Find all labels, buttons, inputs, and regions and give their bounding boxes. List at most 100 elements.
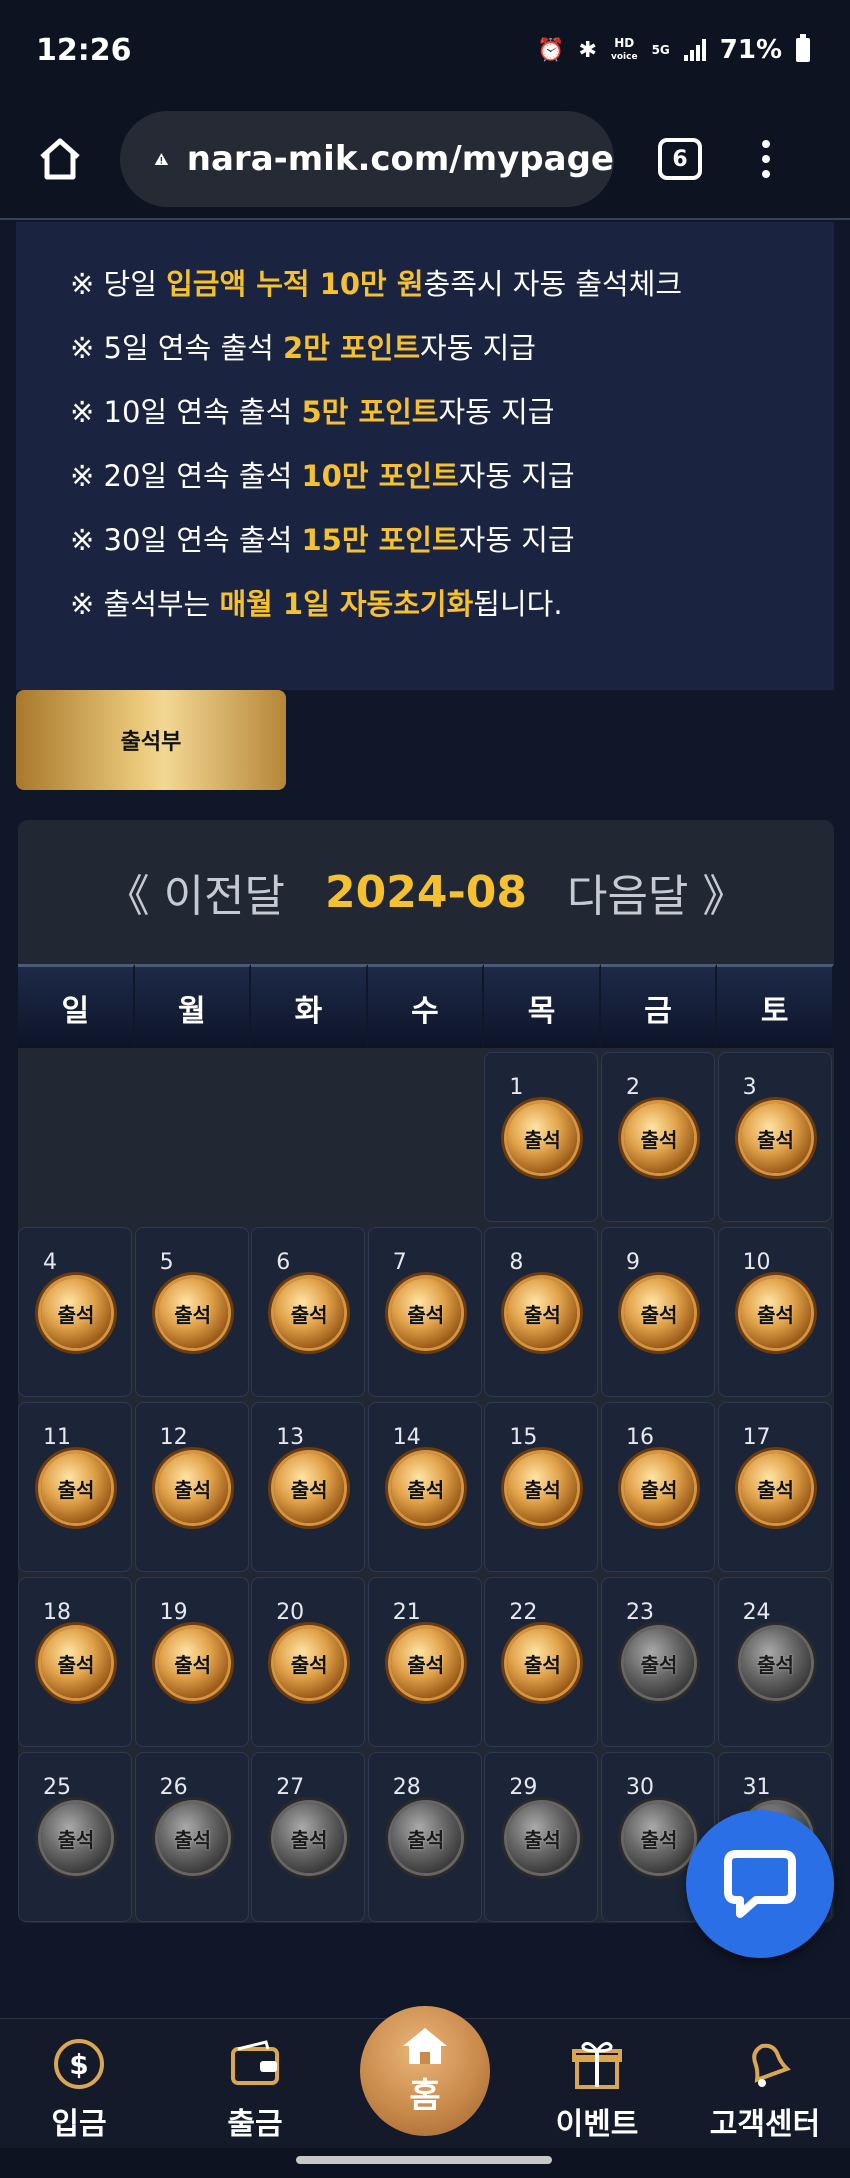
attended-stamp-icon: 출석 — [740, 1453, 811, 1523]
calendar-day[interactable]: 1 출석 — [484, 1052, 599, 1222]
day-number: 25 — [43, 1775, 71, 1800]
notice-highlight: 5만 포인트 — [301, 395, 439, 429]
calendar-day[interactable]: 5 출석 — [134, 1227, 249, 1397]
hd-voice-icon: HD voice — [611, 37, 638, 63]
prev-month-button[interactable]: 《 이전달 — [106, 860, 285, 924]
address-bar[interactable]: nara-mik.com/mypage — [120, 111, 614, 207]
calendar-day[interactable]: 13 출석 — [251, 1402, 366, 1572]
calendar-grid: 1 출석 2 출석 3 출석 4 출석 5 출석 6 출석 7 출석 8 출석 9 출석 10 출석 11 출석 12 출석 1… — [18, 1052, 834, 1922]
day-number: 10 — [742, 1250, 771, 1275]
gesture-handle[interactable] — [296, 2156, 552, 2164]
attended-stamp-icon: 출석 — [157, 1453, 228, 1523]
calendar-day[interactable]: 23 출석 — [600, 1577, 715, 1747]
calendar-day[interactable]: 10 출석 — [717, 1227, 832, 1397]
calendar-day[interactable]: 8 출석 — [484, 1227, 599, 1397]
calendar-day[interactable]: 9 출석 — [600, 1227, 715, 1397]
calendar-day[interactable]: 22 출석 — [484, 1577, 599, 1747]
overflow-menu-button[interactable] — [762, 140, 770, 178]
calendar-day[interactable]: 11 출석 — [18, 1402, 132, 1572]
attended-stamp-icon: 출석 — [157, 1278, 228, 1348]
stamp-label: 출석 — [57, 1477, 95, 1502]
nav-home-button[interactable]: 홈 — [360, 2006, 490, 2136]
chat-button[interactable] — [686, 1810, 834, 1958]
notice-text: ※ 5일 연속 출석 — [70, 331, 284, 365]
attended-stamp-icon: 출석 — [41, 1628, 111, 1698]
voice-label: voice — [610, 52, 638, 62]
attendance-notice: ※ 당일 입금액 누적 10만 원충족시 자동 출석체크 ※ 5일 연속 출석 2… — [16, 222, 834, 690]
nav-home-label: 홈 — [409, 2075, 441, 2116]
notice-text: 됩니다. — [473, 587, 563, 621]
day-number: 8 — [509, 1250, 524, 1275]
next-month-button[interactable]: 다음달 》 — [567, 860, 746, 924]
calendar-day[interactable]: 2 출석 — [600, 1052, 715, 1222]
alarm-icon: ⏰ — [537, 37, 565, 63]
calendar-day[interactable]: 27 출석 — [251, 1752, 366, 1922]
attended-stamp-icon: 출석 — [274, 1628, 345, 1698]
attended-stamp-icon: 출석 — [740, 1103, 811, 1173]
dollar-coin-icon: $ — [54, 2039, 104, 2089]
nav-withdraw[interactable]: 출금 — [180, 2029, 330, 2149]
tab-switcher-button[interactable]: 6 — [658, 138, 702, 180]
stamp-label: 출석 — [523, 1652, 561, 1677]
calendar-day[interactable]: 24 출석 — [717, 1577, 832, 1747]
stamp-label: 출석 — [523, 1127, 561, 1152]
warning-icon — [154, 152, 169, 166]
svg-text:$: $ — [69, 2048, 88, 2081]
calendar-day[interactable]: 6 출석 — [251, 1227, 366, 1397]
calendar-day[interactable]: 19 출석 — [134, 1577, 249, 1747]
calendar-day[interactable]: 12 출석 — [134, 1402, 249, 1572]
nav-deposit[interactable]: $ 입금 — [4, 2029, 154, 2149]
status-icons: ⏰ ✱ HD voice 5G 71% — [537, 34, 810, 65]
nav-event-label: 이벤트 — [555, 2107, 639, 2142]
calendar-day[interactable]: 21 출석 — [367, 1577, 482, 1747]
stamp-label: 출석 — [640, 1302, 678, 1327]
network-5g-icon: 5G — [651, 43, 670, 57]
calendar-day[interactable]: 14 출석 — [367, 1402, 482, 1572]
day-number: 27 — [276, 1775, 305, 1800]
nav-support[interactable]: 고객센터 — [690, 2029, 840, 2149]
attended-stamp-icon: 출석 — [507, 1103, 578, 1173]
stamp-label: 출석 — [290, 1652, 328, 1677]
day-number: 1 — [509, 1075, 524, 1100]
attended-stamp-icon: 출석 — [157, 1628, 228, 1698]
calendar-day[interactable]: 28 출석 — [367, 1752, 482, 1922]
day-number: 24 — [742, 1600, 771, 1625]
bell-icon — [752, 2043, 791, 2087]
attended-stamp-icon: 출석 — [41, 1453, 111, 1523]
notice-highlight: 입금액 누적 10만 원 — [166, 267, 424, 301]
empty-day-cell — [251, 1052, 365, 1222]
day-number: 23 — [625, 1600, 654, 1625]
battery-percent: 71% — [719, 35, 782, 65]
calendar-day[interactable]: 15 출석 — [484, 1402, 599, 1572]
notice-highlight: 2만 포인트 — [283, 331, 421, 365]
calendar-day[interactable]: 20 출석 — [251, 1577, 366, 1747]
nav-event[interactable]: 이벤트 — [522, 2029, 672, 2149]
browser-home-button[interactable] — [0, 99, 120, 219]
notice-text: 충족시 자동 출석체크 — [423, 267, 683, 301]
stamp-label: 출석 — [174, 1302, 211, 1327]
signal-icon — [683, 39, 706, 61]
stamp-label: 출석 — [174, 1652, 211, 1677]
attendance-book-button[interactable]: 출석부 — [16, 690, 286, 790]
attended-stamp-icon: 출석 — [507, 1453, 578, 1523]
calendar-day[interactable]: 16 출석 — [600, 1402, 715, 1572]
stamp-label: 출석 — [523, 1302, 561, 1327]
calendar-day[interactable]: 26 출석 — [134, 1752, 249, 1922]
calendar-day[interactable]: 7 출석 — [367, 1227, 482, 1397]
stamp-label: 출석 — [407, 1652, 445, 1677]
calendar-day[interactable]: 3 출석 — [717, 1052, 832, 1222]
stamp-label: 출석 — [757, 1127, 794, 1152]
calendar-day[interactable]: 18 출석 — [18, 1577, 132, 1747]
attended-stamp-icon: 출석 — [623, 1278, 694, 1348]
calendar-day[interactable]: 17 출석 — [717, 1402, 832, 1572]
empty-day-cell — [368, 1052, 482, 1222]
stamp-label: 출석 — [407, 1302, 445, 1327]
calendar-day[interactable]: 29 출석 — [484, 1752, 599, 1922]
notice-text: 자동 지급 — [458, 459, 575, 493]
calendar-day[interactable]: 4 출석 — [18, 1227, 132, 1397]
stamp-label: 출석 — [57, 1302, 95, 1327]
calendar-day[interactable]: 25 출석 — [18, 1752, 132, 1922]
dot-icon — [762, 170, 770, 178]
day-number: 28 — [392, 1775, 421, 1800]
attended-stamp-icon: 출석 — [507, 1628, 578, 1698]
